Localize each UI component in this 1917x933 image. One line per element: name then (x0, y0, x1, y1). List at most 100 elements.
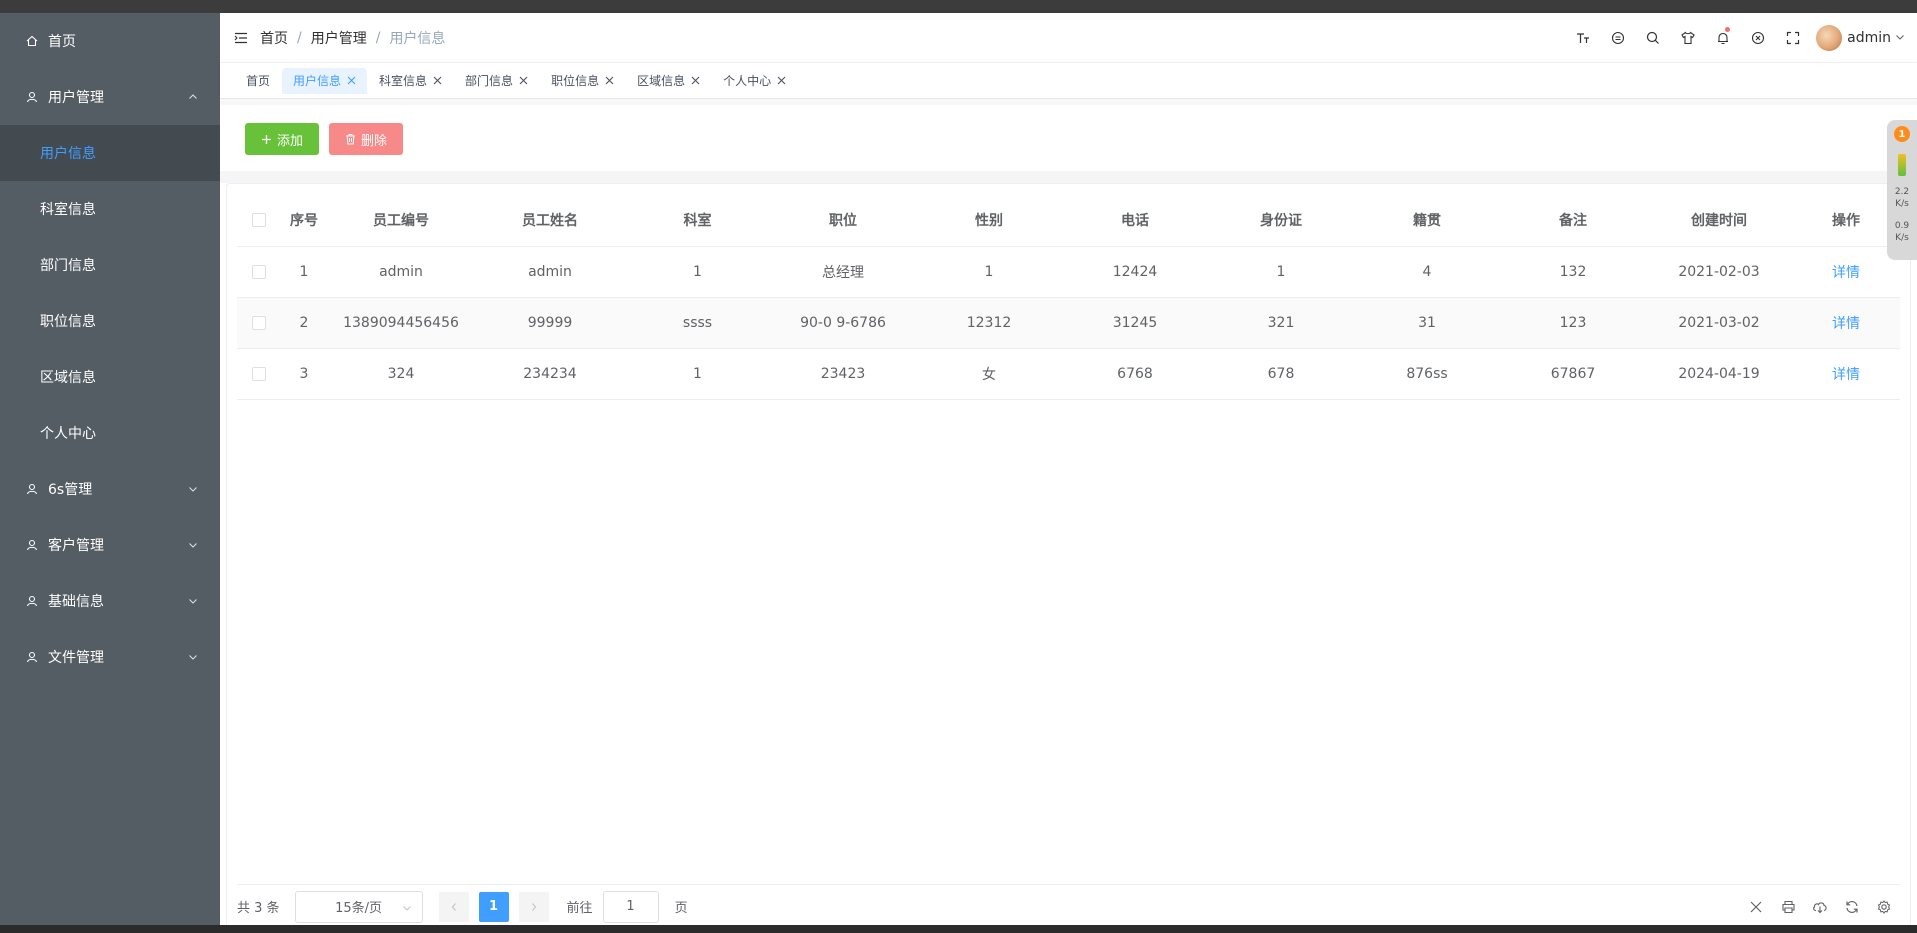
sidebar-item-region[interactable]: 区域信息 (0, 349, 220, 405)
sidebar-item-6s[interactable]: 6s管理 (0, 461, 220, 517)
close-icon[interactable] (1740, 885, 1772, 929)
table-cell: 2021-02-03 (1646, 246, 1792, 298)
table-cell: 总经理 (770, 246, 916, 298)
sidebar-item-position[interactable]: 职位信息 (0, 293, 220, 349)
page-number-button[interactable]: 1 (478, 891, 509, 922)
gear-icon[interactable] (1868, 885, 1900, 929)
sidebar-item-label: 个人中心 (40, 426, 96, 442)
sidebar-item-label: 文件管理 (48, 650, 104, 666)
refresh-icon[interactable] (1836, 885, 1868, 929)
breadcrumb-home[interactable]: 首页 (260, 28, 288, 48)
user-icon (26, 483, 38, 495)
close-icon[interactable] (605, 76, 614, 85)
table-cell: 90-0 9-6786 (770, 297, 916, 349)
action-cell: 详情 (1792, 297, 1900, 349)
delete-button[interactable]: 删除 (329, 123, 404, 155)
tab-region[interactable]: 区域信息 (626, 68, 711, 94)
add-button[interactable]: 添加 (245, 123, 320, 155)
table-cell: 2 (281, 297, 327, 349)
column-header: 职位 (770, 194, 916, 247)
close-icon[interactable] (347, 76, 356, 85)
detail-link[interactable]: 详情 (1832, 367, 1860, 383)
page-jump-value: 1 (626, 899, 635, 914)
table-cell: 31245 (1062, 297, 1208, 349)
close-icon[interactable] (777, 76, 786, 85)
table-cell: 6768 (1062, 348, 1208, 400)
hamburger-icon[interactable] (234, 31, 248, 45)
user-icon (26, 595, 38, 607)
sidebar-item-user-info[interactable]: 用户信息 (0, 125, 220, 181)
upload-speed: 2.2 K/s (1895, 186, 1909, 210)
page-jumper: 前往 1 页 (567, 890, 688, 923)
network-monitor-widget[interactable]: 1 2.2 K/s 0.9 K/s (1887, 120, 1917, 260)
prev-page-button[interactable] (438, 891, 469, 922)
sidebar-item-department-room[interactable]: 科室信息 (0, 181, 220, 237)
download-value: 0.9 (1894, 221, 1910, 231)
page-jump-input[interactable]: 1 (602, 890, 659, 923)
cloud-download-icon[interactable] (1804, 885, 1836, 929)
sidebar-item-label: 职位信息 (40, 314, 96, 330)
sidebar-item-personal-center[interactable]: 个人中心 (0, 405, 220, 461)
sidebar-item-home[interactable]: 首页 (0, 13, 220, 69)
table-cell: 678 (1208, 348, 1354, 400)
tab-department-room[interactable]: 科室信息 (368, 68, 453, 94)
table-cell: 1 (1208, 246, 1354, 298)
close-icon[interactable] (433, 76, 442, 85)
download-speed: 0.9 K/s (1895, 220, 1909, 244)
tab-home[interactable]: 首页 (235, 68, 281, 94)
search-icon[interactable] (1635, 13, 1670, 63)
sidebar-item-basic-info[interactable]: 基础信息 (0, 573, 220, 629)
breadcrumb-current: 用户信息 (389, 30, 446, 47)
table-cell: 1 (625, 348, 770, 400)
column-header: 性别 (916, 194, 1062, 247)
font-size-icon[interactable] (1565, 13, 1600, 63)
column-header: 备注 (1500, 194, 1646, 247)
theme-icon[interactable] (1600, 13, 1635, 63)
chevron-right-icon (531, 902, 536, 911)
select-all-checkbox[interactable] (252, 212, 266, 227)
breadcrumb-section[interactable]: 用户管理 (311, 28, 367, 48)
tab-position[interactable]: 职位信息 (540, 68, 625, 94)
table-cell: 1389094456456 (327, 297, 475, 349)
row-select-cell (237, 297, 281, 349)
tab-personal-center[interactable]: 个人中心 (712, 68, 797, 94)
shirt-icon[interactable] (1670, 13, 1705, 63)
row-checkbox[interactable] (252, 366, 266, 381)
table-cell: 23423 (770, 348, 916, 400)
sidebar-item-user-management[interactable]: 用户管理 (0, 69, 220, 125)
row-checkbox[interactable] (252, 264, 266, 279)
navbar: 首页 / 用户管理 / 用户信息 admin (220, 13, 1917, 63)
table-cell: 12424 (1062, 246, 1208, 298)
sidebar-item-department[interactable]: 部门信息 (0, 237, 220, 293)
tags-view: 首页 用户信息 科室信息 部门信息 职位信息 区域信息 个人中心 (220, 63, 1917, 99)
close-icon[interactable] (691, 76, 700, 85)
table-cell: admin (475, 246, 625, 298)
tab-department[interactable]: 部门信息 (454, 68, 539, 94)
right-menu: admin (1565, 13, 1905, 63)
table-cell: 4 (1354, 246, 1500, 298)
fullscreen-icon[interactable] (1775, 13, 1810, 63)
delete-button-label: 删除 (361, 133, 388, 149)
close-icon[interactable] (519, 76, 528, 85)
sidebar-item-label: 客户管理 (48, 538, 104, 554)
page-size-select[interactable]: 15条/页 (294, 890, 423, 923)
avatar (1816, 25, 1843, 51)
next-page-button[interactable] (518, 891, 549, 922)
tab-label: 个人中心 (723, 74, 772, 88)
table-row: 2 1389094456456 99999 ssss 90-0 9-6786 1… (237, 297, 1900, 349)
close-circle-icon[interactable] (1740, 13, 1775, 63)
sidebar-item-file[interactable]: 文件管理 (0, 629, 220, 685)
action-cell: 详情 (1792, 246, 1900, 298)
download-unit: K/s (1895, 233, 1909, 243)
table-header-row: 序号 员工编号 员工姓名 科室 职位 性别 电话 身份证 籍贯 备注 创建时间 … (237, 194, 1900, 247)
print-icon[interactable] (1772, 885, 1804, 929)
bell-icon[interactable] (1705, 13, 1740, 63)
detail-link[interactable]: 详情 (1832, 265, 1860, 281)
column-header: 序号 (281, 194, 327, 247)
sidebar-item-customer[interactable]: 客户管理 (0, 517, 220, 573)
tab-user-info[interactable]: 用户信息 (282, 67, 368, 94)
user-dropdown[interactable]: admin (1816, 25, 1905, 51)
row-checkbox[interactable] (252, 315, 266, 330)
detail-link[interactable]: 详情 (1832, 316, 1860, 332)
table-row: 3 324 234234 1 23423 女 6768 678 876ss 67… (237, 348, 1900, 400)
